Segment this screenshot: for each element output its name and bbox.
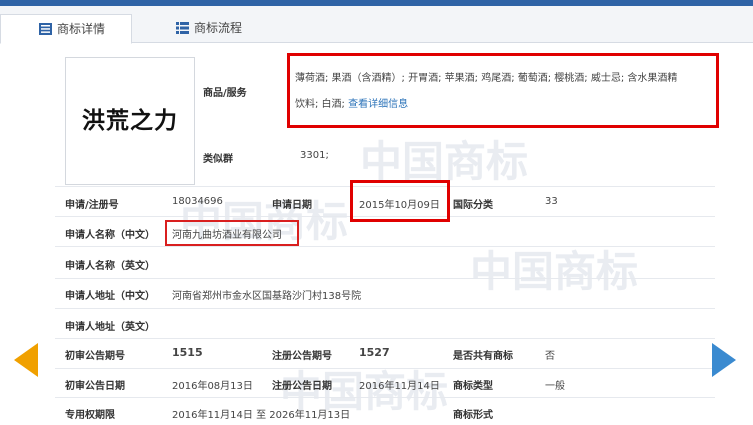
row-divider	[55, 338, 715, 339]
shared-trademark-value: 否	[545, 351, 555, 362]
tm-type-value: 一般	[545, 381, 565, 392]
address-en-label: 申请人地址（英文）	[65, 322, 155, 333]
watermark-text: 中国商标	[470, 247, 639, 296]
prelim-no-label: 初审公告期号	[65, 351, 125, 362]
tab-trademark-detail-label: 商标详情	[57, 22, 106, 36]
intl-class-label: 国际分类	[453, 200, 493, 211]
row-divider	[55, 278, 715, 279]
trademark-image: 洪荒之力	[65, 57, 195, 185]
reg-notice-date-value: 2016年11月14日	[359, 381, 440, 392]
trademark-logo-text: 洪荒之力	[82, 107, 178, 134]
shared-trademark-label: 是否共有商标	[453, 351, 513, 362]
applicant-en-label: 申请人名称（英文）	[65, 261, 155, 272]
prelim-date-value: 2016年08月13日	[172, 381, 253, 392]
reg-no-label: 申请/注册号	[65, 200, 119, 211]
tab-bar: 商标详情 商标流程	[0, 6, 753, 44]
tm-form-label: 商标形式	[453, 410, 493, 421]
reg-no-value: 18034696	[172, 196, 223, 207]
goods-highlight-box	[287, 53, 719, 128]
similar-group-value: 3301;	[300, 150, 329, 161]
goods-services-label: 商品/服务	[203, 88, 247, 99]
row-divider	[55, 308, 715, 309]
reg-notice-no-value: 1527	[359, 346, 390, 359]
row-divider	[55, 397, 715, 398]
row-divider	[55, 246, 715, 247]
reg-notice-date-label: 注册公告日期	[272, 381, 332, 392]
tab-trademark-flow-label: 商标流程	[194, 21, 243, 35]
applicant-cn-label: 申请人名称（中文）	[65, 230, 155, 241]
exclusive-period-value: 2016年11月14日 至 2026年11月13日	[172, 410, 351, 421]
apply-date-label: 申请日期	[272, 200, 312, 211]
intl-class-value: 33	[545, 196, 558, 207]
address-cn-value: 河南省郑州市金水区国基路沙门村138号院	[172, 291, 362, 302]
applicant-highlight-box	[165, 220, 299, 246]
exclusive-period-label: 专用权期限	[65, 410, 115, 421]
tm-type-label: 商标类型	[453, 381, 493, 392]
row-divider	[55, 368, 715, 369]
list-icon	[39, 23, 52, 35]
apply-date-highlight-box	[350, 180, 450, 222]
tab-trademark-flow[interactable]: 商标流程	[138, 14, 268, 42]
tab-trademark-detail[interactable]: 商标详情	[0, 14, 132, 44]
prev-arrow-icon[interactable]	[14, 343, 38, 377]
prelim-date-label: 初审公告日期	[65, 381, 125, 392]
address-cn-label: 申请人地址（中文）	[65, 291, 155, 302]
similar-group-label: 类似群	[203, 154, 233, 165]
prelim-no-value: 1515	[172, 346, 203, 359]
next-arrow-icon[interactable]	[712, 343, 736, 377]
reg-notice-no-label: 注册公告期号	[272, 351, 332, 362]
flow-list-icon	[176, 22, 189, 34]
